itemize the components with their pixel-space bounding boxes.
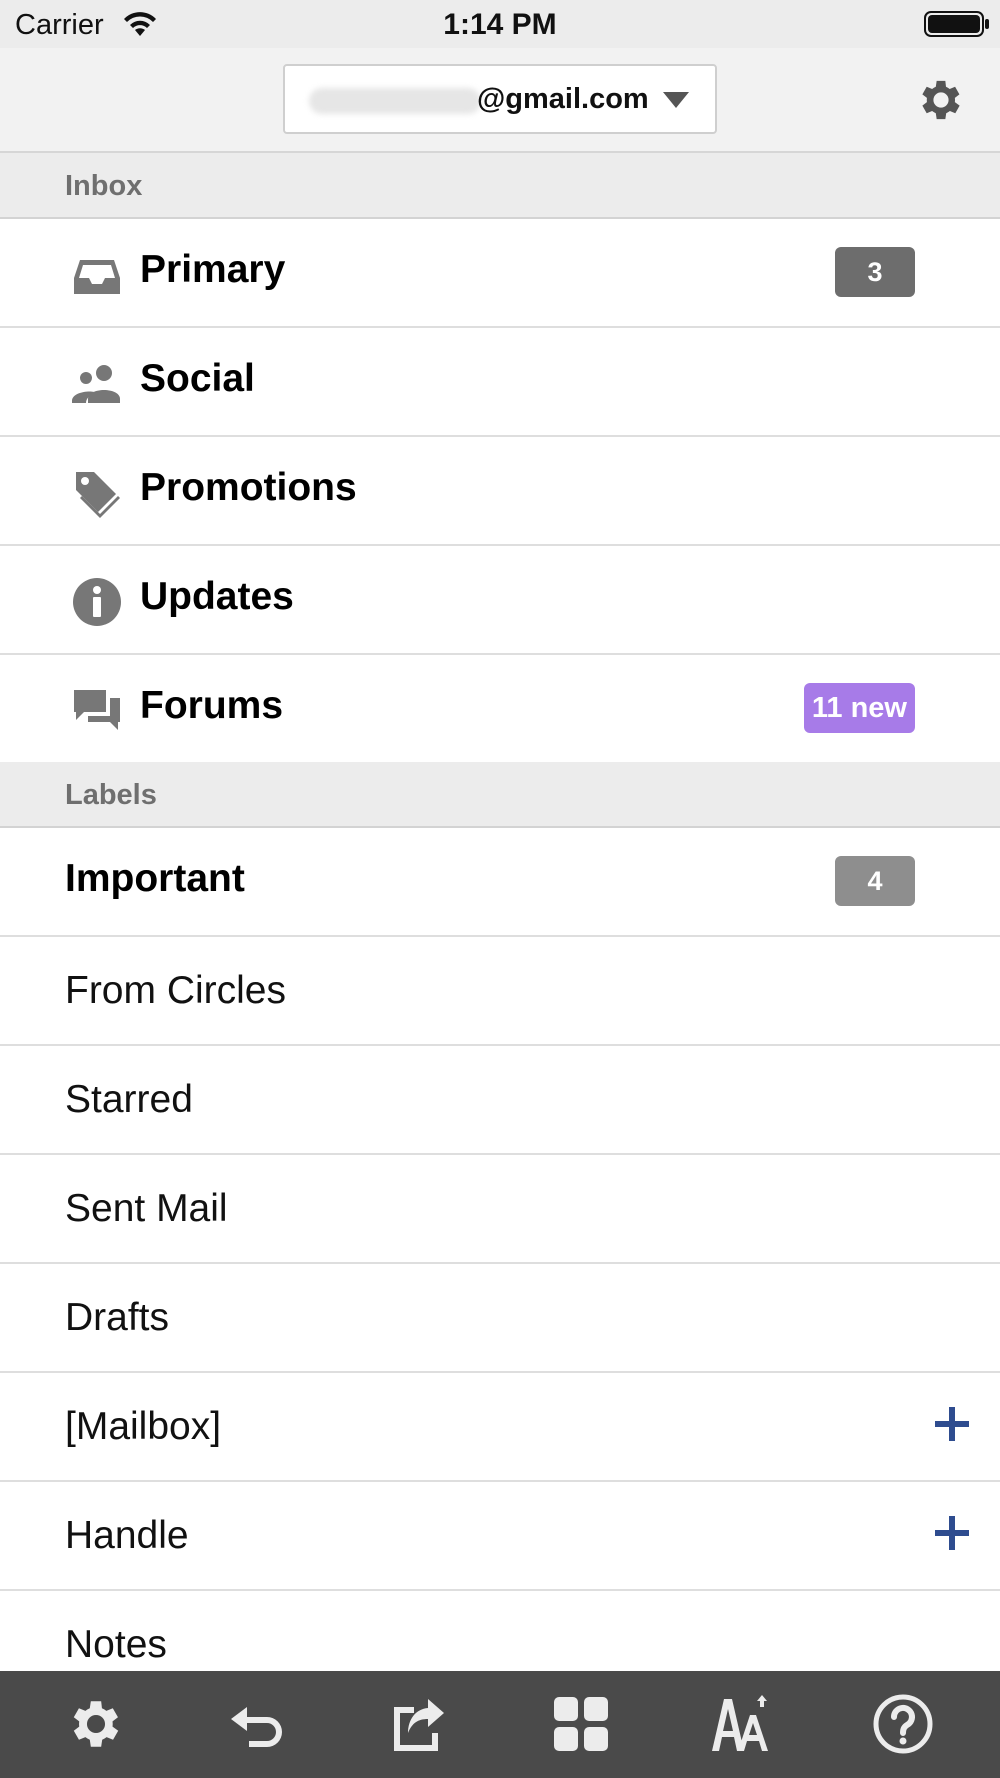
plus-icon[interactable] [935, 1516, 969, 1550]
redacted-username [309, 88, 481, 114]
account-email: @gmail.com [477, 83, 649, 115]
label-item-mailbox[interactable]: [Mailbox] [0, 1373, 1000, 1482]
grid-icon[interactable] [550, 1693, 612, 1755]
inbox-item-label: Forums [140, 684, 284, 727]
account-header: @gmail.com [0, 48, 1000, 153]
inbox-item-label: Promotions [140, 466, 357, 509]
label-item-label: Sent Mail [65, 1187, 228, 1230]
label-item-from-circles[interactable]: From Circles [0, 937, 1000, 1046]
inbox-item-social[interactable]: Social [0, 328, 1000, 437]
inbox-item-updates[interactable]: Updates [0, 546, 1000, 655]
inbox-item-primary[interactable]: Primary 3 [0, 219, 1000, 328]
battery-icon [924, 11, 989, 37]
inbox-item-label: Primary [140, 248, 286, 291]
label-item-label: [Mailbox] [65, 1405, 222, 1448]
tag-icon [76, 472, 120, 518]
new-count-badge: 11 new [803, 683, 915, 733]
inbox-item-label: Social [140, 357, 255, 400]
clock: 1:14 PM [443, 8, 557, 41]
chat-bubbles-icon [74, 690, 120, 730]
people-icon [72, 365, 120, 403]
chevron-down-icon [663, 92, 689, 108]
label-item-label: Important [65, 857, 245, 900]
inbox-item-promotions[interactable]: Promotions [0, 437, 1000, 546]
account-selector[interactable]: @gmail.com [283, 64, 717, 134]
labels-section-header: Labels [0, 762, 1000, 828]
share-icon[interactable] [388, 1693, 450, 1755]
inbox-section-header: Inbox [0, 153, 1000, 219]
label-item-label: Notes [65, 1623, 167, 1666]
inbox-item-label: Updates [140, 575, 294, 618]
unread-count-badge: 4 [835, 856, 915, 906]
text-size-icon[interactable] [710, 1693, 772, 1755]
label-item-sent-mail[interactable]: Sent Mail [0, 1155, 1000, 1264]
gear-icon[interactable] [65, 1693, 127, 1755]
label-item-label: From Circles [65, 969, 286, 1012]
plus-icon[interactable] [935, 1407, 969, 1441]
unread-count-badge: 3 [835, 247, 915, 297]
inbox-section-title: Inbox [65, 170, 143, 202]
label-item-drafts[interactable]: Drafts [0, 1264, 1000, 1373]
inbox-tray-icon [74, 260, 120, 294]
back-arrow-icon[interactable] [225, 1693, 287, 1755]
status-bar: Carrier 1:14 PM [0, 0, 1000, 48]
label-item-label: Starred [65, 1078, 193, 1121]
bottom-toolbar [0, 1671, 1000, 1778]
info-icon [73, 578, 121, 626]
label-item-important[interactable]: Important 4 [0, 828, 1000, 937]
label-item-starred[interactable]: Starred [0, 1046, 1000, 1155]
label-item-handle[interactable]: Handle [0, 1482, 1000, 1591]
labels-section-title: Labels [65, 779, 157, 811]
label-item-label: Handle [65, 1514, 189, 1557]
settings-gear-icon[interactable] [915, 74, 967, 126]
inbox-item-forums[interactable]: Forums 11 new [0, 655, 1000, 764]
help-icon[interactable] [872, 1693, 934, 1755]
label-item-label: Drafts [65, 1296, 170, 1339]
